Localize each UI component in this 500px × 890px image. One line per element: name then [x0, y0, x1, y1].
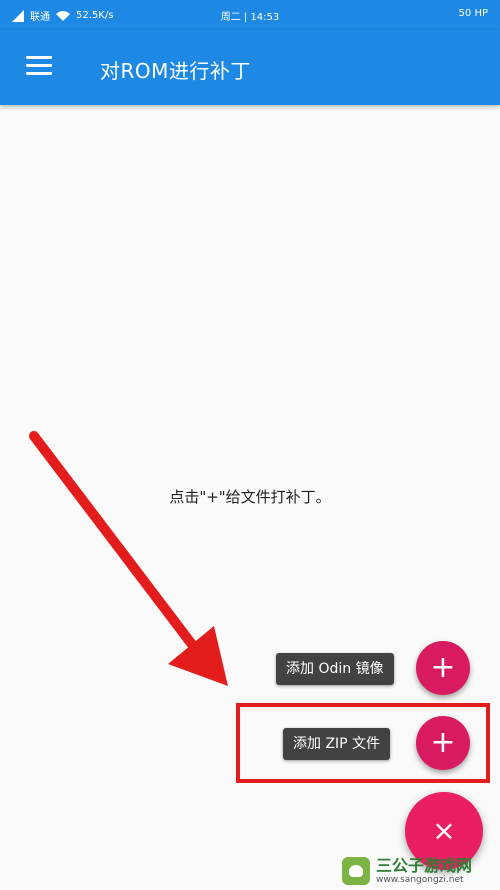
menu-line	[26, 56, 52, 59]
add-zip-button[interactable]: +	[416, 716, 470, 770]
menu-line	[26, 72, 52, 75]
watermark-title: 三公子游戏网	[376, 855, 473, 875]
fab-label-add-odin[interactable]: 添加 Odin 镜像	[276, 653, 394, 685]
fab-label-add-zip[interactable]: 添加 ZIP 文件	[283, 728, 391, 760]
status-bar: 联通 52.5K/s 周二 | 14:53 50 HP	[0, 0, 500, 30]
menu-icon[interactable]	[26, 56, 52, 76]
close-icon: ×	[432, 814, 456, 847]
battery-indicator: 50 HP	[458, 8, 488, 19]
plus-icon: +	[430, 650, 456, 685]
app-bar: 对ROM进行补丁	[0, 30, 500, 105]
menu-line	[26, 64, 52, 67]
page-title: 对ROM进行补丁	[100, 59, 251, 83]
watermark: 三公子游戏网 www.sangongzi.net	[342, 856, 494, 886]
android-logo-icon	[342, 857, 370, 885]
empty-state-hint: 点击"+"给文件打补丁。	[169, 488, 331, 506]
status-time: 周二 | 14:53	[220, 12, 280, 23]
plus-icon: +	[430, 725, 456, 760]
watermark-url: www.sangongzi.net	[376, 874, 464, 885]
add-odin-button[interactable]: +	[416, 641, 470, 695]
watermark-text: 三公子游戏网 www.sangongzi.net	[376, 855, 473, 885]
